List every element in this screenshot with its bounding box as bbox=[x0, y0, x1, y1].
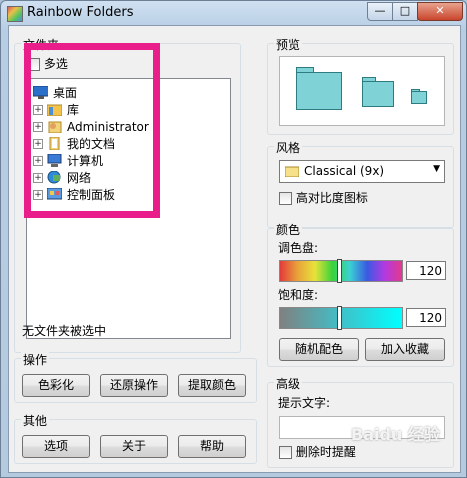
highlight-annotation-box bbox=[24, 43, 160, 218]
high-contrast-checkbox[interactable]: 高对比度图标 bbox=[279, 190, 368, 206]
folder-preview bbox=[279, 56, 445, 126]
tip-label: 提示文字: bbox=[278, 396, 331, 410]
hue-label: 调色盘: bbox=[278, 241, 319, 255]
options-button[interactable]: 选项 bbox=[22, 435, 90, 458]
delete-remind-label: 删除时提醒 bbox=[295, 445, 356, 459]
saturation-slider-thumb[interactable] bbox=[337, 306, 342, 330]
hue-slider[interactable] bbox=[279, 259, 403, 283]
style-select[interactable]: Classical (9x) ▼ bbox=[279, 160, 445, 183]
undo-button[interactable]: 还原操作 bbox=[100, 374, 168, 397]
help-button[interactable]: 帮助 bbox=[178, 435, 246, 458]
minimize-button[interactable]: — bbox=[367, 2, 393, 21]
delete-remind-checkbox[interactable]: 删除时提醒 bbox=[279, 444, 356, 460]
watermark-text: Baidu 经验 bbox=[351, 425, 440, 444]
hue-slider-thumb[interactable] bbox=[337, 259, 342, 283]
add-favorite-button[interactable]: 加入收藏 bbox=[365, 338, 445, 361]
about-button[interactable]: 关于 bbox=[100, 435, 168, 458]
medium-folder-icon bbox=[362, 81, 394, 107]
high-contrast-label: 高对比度图标 bbox=[295, 191, 368, 205]
main-window: Rainbow Folders — □ ✕ 文件夹 多选 桌面 + 库 + Ad… bbox=[0, 0, 467, 478]
operations-group-label: 操作 bbox=[21, 351, 50, 368]
preview-group-label: 预览 bbox=[274, 36, 303, 53]
style-group: 风格 bbox=[267, 139, 454, 228]
colorize-button[interactable]: 色彩化 bbox=[22, 374, 90, 397]
window-title: Rainbow Folders bbox=[27, 5, 134, 20]
random-color-button[interactable]: 随机配色 bbox=[279, 338, 359, 361]
saturation-value-field[interactable]: 120 bbox=[406, 308, 446, 327]
saturation-slider[interactable] bbox=[279, 306, 403, 330]
other-group-label: 其他 bbox=[21, 412, 50, 429]
selection-status: 无文件夹被选中 bbox=[22, 324, 107, 338]
close-button[interactable]: ✕ bbox=[417, 2, 463, 21]
folder-icon bbox=[285, 166, 299, 177]
chevron-down-icon: ▼ bbox=[433, 164, 440, 174]
saturation-label: 饱和度: bbox=[278, 288, 319, 302]
large-folder-icon bbox=[296, 72, 342, 110]
extract-color-button[interactable]: 提取颜色 bbox=[178, 374, 246, 397]
delete-remind-checkbox-box[interactable] bbox=[279, 446, 292, 459]
small-folder-icon bbox=[411, 91, 427, 104]
high-contrast-checkbox-box[interactable] bbox=[279, 192, 292, 205]
style-select-value: Classical (9x) bbox=[304, 164, 385, 178]
maximize-button[interactable]: □ bbox=[392, 2, 418, 21]
rainbow-folders-app-icon bbox=[7, 6, 23, 22]
style-group-label: 风格 bbox=[274, 139, 303, 156]
title-bar[interactable]: Rainbow Folders — □ ✕ bbox=[1, 1, 466, 25]
color-group-label: 颜色 bbox=[274, 221, 303, 238]
hue-value-field[interactable]: 120 bbox=[406, 261, 446, 280]
advanced-group-label: 高级 bbox=[274, 375, 303, 392]
